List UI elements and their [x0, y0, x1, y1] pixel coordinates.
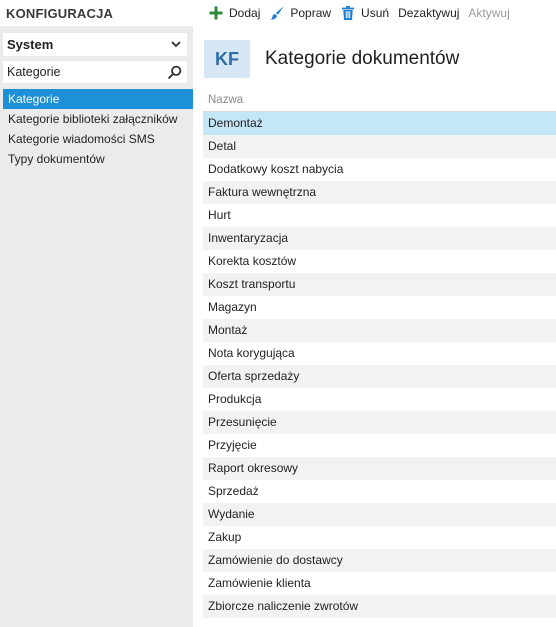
- activate-button[interactable]: Aktywuj: [468, 6, 509, 20]
- table-row[interactable]: Montaż: [203, 319, 556, 342]
- trash-icon: [342, 6, 355, 20]
- table-row[interactable]: Raport okresowy: [203, 457, 556, 480]
- column-header-nazwa[interactable]: Nazwa: [203, 89, 556, 112]
- module-badge: KF: [204, 40, 250, 78]
- table-row[interactable]: Faktura wewnętrzna: [203, 181, 556, 204]
- table-row[interactable]: Sprzedaż: [203, 480, 556, 503]
- search-input[interactable]: Kategorie: [3, 61, 187, 83]
- sidebar-item-kategorie-biblioteki-zalacznikow[interactable]: Kategorie biblioteki załączników: [3, 109, 193, 129]
- table-row[interactable]: Zakup: [203, 526, 556, 549]
- toolbar: Dodaj Popraw Usuń Dezaktywuj Aktywuj: [208, 0, 519, 26]
- table-row[interactable]: Demontaż: [203, 112, 556, 135]
- deactivate-button[interactable]: Dezaktywuj: [398, 6, 459, 20]
- add-button-label: Dodaj: [229, 6, 261, 20]
- table-row[interactable]: Dodatkowy koszt nabycia: [203, 158, 556, 181]
- module-select[interactable]: System: [3, 33, 187, 56]
- app-title: KONFIGURACJA: [6, 6, 114, 21]
- table-row[interactable]: Hurt: [203, 204, 556, 227]
- page-header: KF Kategorie dokumentów: [204, 40, 459, 78]
- delete-button-label: Usuń: [361, 6, 390, 20]
- sidebar-nav: Kategorie Kategorie biblioteki załącznik…: [3, 89, 193, 169]
- table-row[interactable]: Nota korygująca: [203, 342, 556, 365]
- table-row[interactable]: Inwentaryzacja: [203, 227, 556, 250]
- table-body: Demontaż Detal Dodatkowy koszt nabycia Fakt…: [203, 112, 556, 618]
- sidebar-item-typy-dokumentow[interactable]: Typy dokumentów: [3, 149, 193, 169]
- delete-button[interactable]: Usuń: [340, 5, 389, 21]
- brush-icon: [270, 6, 284, 20]
- table-row[interactable]: Przyjęcie: [203, 434, 556, 457]
- table-row[interactable]: Zbiorcze naliczenie zwrotów: [203, 595, 556, 618]
- add-button[interactable]: Dodaj: [208, 5, 260, 21]
- table-row[interactable]: Produkcja: [203, 388, 556, 411]
- table-row[interactable]: Magazyn: [203, 296, 556, 319]
- table-row[interactable]: Zamówienie do dostawcy: [203, 549, 556, 572]
- table-row[interactable]: Korekta kosztów: [203, 250, 556, 273]
- sidebar-item-kategorie-wiadomosci-sms[interactable]: Kategorie wiadomości SMS: [3, 129, 193, 149]
- table-row[interactable]: Oferta sprzedaży: [203, 365, 556, 388]
- page-title: Kategorie dokumentów: [265, 48, 460, 69]
- table-row[interactable]: Przesunięcie: [203, 411, 556, 434]
- module-select-value: System: [7, 37, 54, 52]
- sidebar: System Kategorie Kategorie Kategorie bib…: [0, 26, 193, 627]
- sidebar-item-kategorie[interactable]: Kategorie: [3, 89, 193, 109]
- table-row[interactable]: Koszt transportu: [203, 273, 556, 296]
- search-icon[interactable]: [168, 65, 182, 79]
- table-row[interactable]: Zamówienie klienta: [203, 572, 556, 595]
- table-row[interactable]: Wydanie: [203, 503, 556, 526]
- activate-button-label: Aktywuj: [468, 6, 510, 20]
- table-row[interactable]: Detal: [203, 135, 556, 158]
- deactivate-button-label: Dezaktywuj: [398, 6, 460, 20]
- chevron-down-icon: [171, 41, 181, 48]
- main-panel: KF Kategorie dokumentów Nazwa Demontaż De…: [193, 26, 556, 627]
- plus-icon: [209, 6, 223, 20]
- categories-table: Nazwa Demontaż Detal Dodatkowy koszt nabyc…: [203, 89, 556, 618]
- search-input-value: Kategorie: [7, 65, 61, 79]
- edit-button-label: Popraw: [290, 6, 332, 20]
- top-bar: KONFIGURACJA Dodaj Popraw Usuń Dezaktywu…: [0, 0, 556, 26]
- edit-button[interactable]: Popraw: [269, 5, 331, 21]
